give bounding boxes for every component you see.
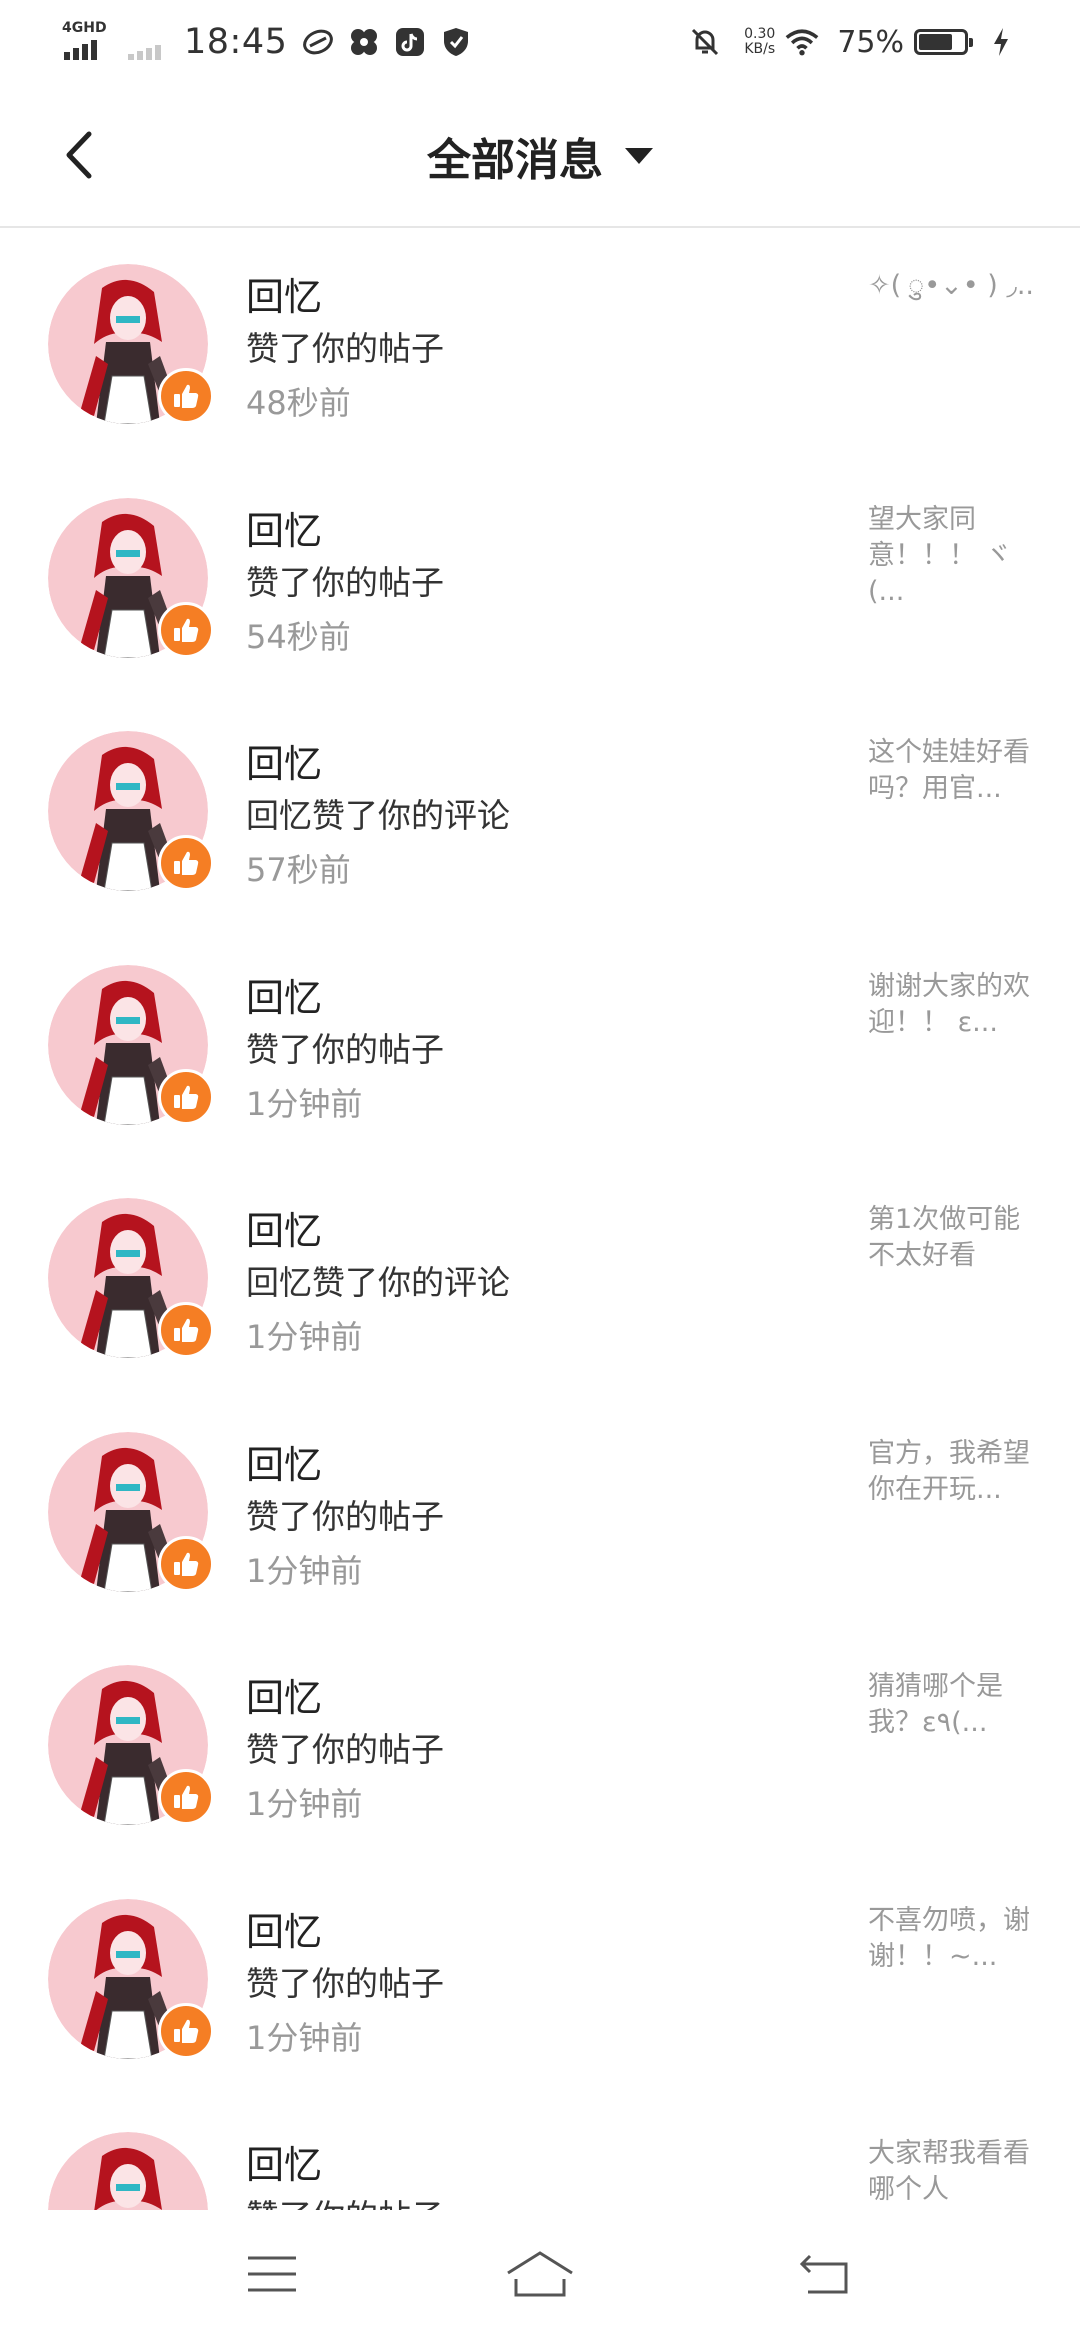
app-header: 全部消息 [0,84,1080,228]
list-item[interactable]: 回忆 赞了你的帖子 1分钟前 不喜勿喷，谢谢！！~... [0,1863,1080,2097]
system-nav-bar [0,2212,1080,2340]
sender-name: 回忆 [246,1676,323,1720]
wifi-icon [785,25,819,59]
thumbs-up-icon [158,1535,214,1592]
notification-action: 赞了你的帖子 [246,562,444,602]
message-list[interactable]: 回忆 赞了你的帖子 48秒前 ✧( ु•⌄• ) ◞.. 回忆 赞了你的帖子 5… [0,228,1080,2210]
list-item[interactable]: 回忆 赞了你的帖子 1分钟前 猜猜哪个是我？ε٩(... [0,1629,1080,1863]
menu-button[interactable] [232,2242,312,2306]
sender-name: 回忆 [246,742,323,786]
thumbs-up-icon [158,1302,214,1358]
back-nav-button[interactable] [784,2242,864,2306]
network-type: 4GHD [62,20,107,36]
post-preview[interactable]: 官方，我希望你在开玩... [868,1436,1038,1508]
post-preview[interactable]: 谢谢大家的欢迎！！ ε... [868,969,1038,1041]
list-item[interactable]: 回忆 赞了你的帖子 1分钟前 官方，我希望你在开玩... [0,1396,1080,1630]
sender-name: 回忆 [246,2143,323,2187]
thumbs-up-icon [158,601,214,658]
battery-icon [914,29,973,55]
mute-bell-icon [688,25,722,59]
tiktok-icon [393,25,427,59]
sender-name: 回忆 [246,275,323,319]
thumbs-up-icon [158,835,214,891]
post-preview[interactable]: 猜猜哪个是我？ε٩(... [868,1669,1038,1741]
notification-time: 1分钟前 [246,1785,363,1823]
post-preview[interactable]: 大家帮我看看哪个人 [868,2136,1038,2208]
sender-name: 回忆 [246,1909,323,1954]
notification-action: 赞了你的帖子 [246,1029,444,1069]
list-item[interactable]: 回忆 赞了你的帖子 1分钟前 谢谢大家的欢迎！！ ε... [0,929,1080,1163]
battery-percent: 75% [837,24,904,60]
avatar[interactable] [48,2132,208,2210]
home-icon [507,2251,573,2297]
page-title: 全部消息 [427,135,603,186]
charging-icon [984,25,1018,59]
app-notification-icon [301,25,335,59]
post-preview[interactable]: 望大家同意！！！ ヾ(... [868,502,1038,610]
status-time: 18:45 [184,22,288,62]
back-icon [799,2254,848,2294]
notification-time: 48秒前 [246,384,351,422]
list-item[interactable]: 回忆 赞了你的帖子 54秒前 望大家同意！！！ ヾ(... [0,462,1080,696]
notification-time: 1分钟前 [246,1084,363,1123]
thumbs-up-icon [158,2002,214,2059]
post-preview[interactable]: ✧( ु•⌄• ) ◞.. [868,268,1038,304]
list-item[interactable]: 回忆 赞了你的帖子 48秒前 ✧( ु•⌄• ) ◞.. [0,228,1080,462]
thumbs-up-icon [158,1068,214,1125]
list-item[interactable]: 回忆 回忆赞了你的评论 57秒前 这个娃娃好看吗？用官... [0,695,1080,929]
notification-action: 赞了你的帖子 [246,1730,444,1769]
shield-icon [439,25,473,59]
network-speed: 0.30 KB/s [744,26,776,57]
sender-name: 回忆 [246,1209,323,1253]
list-item[interactable]: 回忆 回忆赞了你的评论 1分钟前 第1次做可能不太好看 [0,1162,1080,1396]
sender-name: 回忆 [246,1442,323,1487]
secondary-signal-icon [126,20,166,64]
thumbs-up-icon [158,368,214,424]
message-filter-dropdown[interactable]: 全部消息 [0,124,1080,188]
status-bar: 4GHD 18:45 0.30 KB/s 75% [0,0,1080,84]
notification-action: 赞了你的帖子 [246,329,444,368]
notification-time: 1分钟前 [246,2018,363,2057]
post-preview[interactable]: 不喜勿喷，谢谢！！~... [868,1903,1038,1975]
notification-time: 1分钟前 [246,1551,363,1590]
notification-time: 1分钟前 [246,1318,363,1356]
notification-time: 54秒前 [246,617,351,656]
list-item[interactable]: 回忆 赞了你的帖子 大家帮我看看哪个人 [0,2096,1080,2210]
notification-action: 赞了你的帖子 [246,2190,444,2210]
post-preview[interactable]: 这个娃娃好看吗？用官... [868,735,1038,807]
menu-icon [248,2256,296,2292]
notification-action: 赞了你的帖子 [246,1496,444,1536]
notification-time: 57秒前 [246,851,351,889]
notification-action: 回忆赞了你的评论 [246,1263,510,1302]
home-button[interactable] [500,2242,580,2306]
thumbs-up-icon [158,1769,214,1825]
notification-action: 赞了你的帖子 [246,1963,444,2003]
sender-name: 回忆 [246,508,323,553]
app-notification-icon [347,25,381,59]
notification-action: 回忆赞了你的评论 [246,796,510,835]
sender-name: 回忆 [246,975,323,1020]
cellular-signal-icon: 4GHD [62,20,110,64]
caret-down-icon [625,148,653,164]
post-preview[interactable]: 第1次做可能不太好看 [868,1202,1038,1274]
